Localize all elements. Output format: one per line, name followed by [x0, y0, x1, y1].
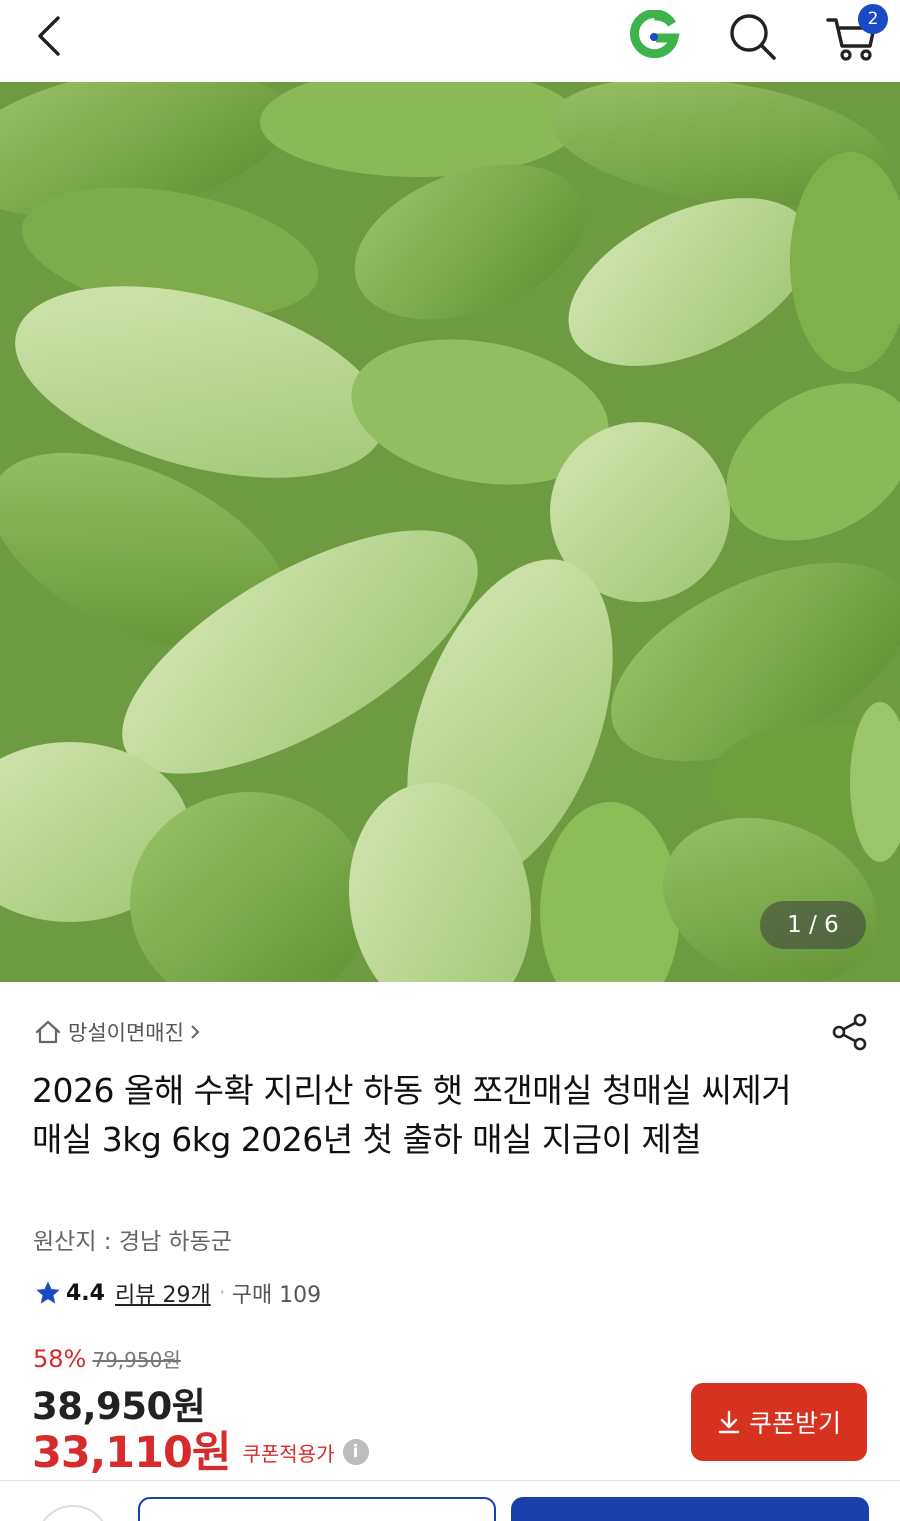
rating-value: 4.4 — [66, 1280, 105, 1306]
add-to-cart-button[interactable] — [138, 1497, 496, 1521]
review-count-link[interactable]: 리뷰 29개 — [115, 1277, 211, 1309]
info-icon[interactable]: i — [342, 1439, 369, 1465]
green-plum-slices-photo — [0, 82, 900, 982]
product-image[interactable]: 1 / 6 — [0, 82, 900, 982]
original-price: 79,950원 — [92, 1348, 181, 1372]
search-button[interactable] — [726, 10, 778, 62]
star-icon — [36, 1281, 60, 1304]
download-icon — [718, 1410, 740, 1434]
coupon-price-label: 쿠폰적용가 — [242, 1441, 335, 1466]
discount-rate: 58% — [33, 1345, 87, 1373]
bottom-action-bar — [0, 1480, 900, 1521]
back-button[interactable] — [28, 12, 72, 56]
search-icon — [730, 14, 776, 60]
image-counter: 1 / 6 — [760, 901, 866, 949]
discount-row: 58% 79,950원 — [33, 1344, 181, 1373]
g-logo-icon — [630, 9, 680, 59]
origin-info: 원산지 : 경남 하동군 — [33, 1229, 232, 1255]
cart-count-badge: 2 — [858, 4, 888, 34]
share-button[interactable] — [830, 1012, 870, 1052]
home-icon — [35, 1020, 61, 1044]
chevron-left-icon — [38, 16, 60, 56]
coupon-price: 33,110원 — [32, 1428, 231, 1478]
share-icon — [832, 1013, 867, 1051]
top-header: 2 — [0, 0, 900, 82]
product-title: 2026 올해 수확 지리산 하동 햇 쪼갠매실 청매실 씨제거 매실 3kg … — [32, 1071, 792, 1159]
buy-now-button[interactable] — [511, 1497, 869, 1521]
separator-dot: · — [218, 1280, 226, 1306]
store-link[interactable]: 망설이면매진 — [34, 1018, 202, 1046]
store-name: 망설이면매진 — [68, 1021, 184, 1045]
rating-row: 4.4 리뷰 29개 · 구매 109 — [34, 1277, 321, 1309]
get-coupon-button[interactable]: 쿠폰받기 — [691, 1383, 867, 1461]
purchase-count: 구매 109 — [231, 1283, 322, 1308]
chevron-right-icon — [191, 1025, 200, 1039]
cart-button[interactable]: 2 — [824, 4, 888, 66]
gmarket-logo-button[interactable] — [628, 9, 680, 62]
coupon-price-row: 33,110원 쿠폰적용가 i — [32, 1418, 369, 1480]
wishlist-button[interactable] — [36, 1505, 110, 1521]
get-coupon-label: 쿠폰받기 — [748, 1409, 841, 1438]
